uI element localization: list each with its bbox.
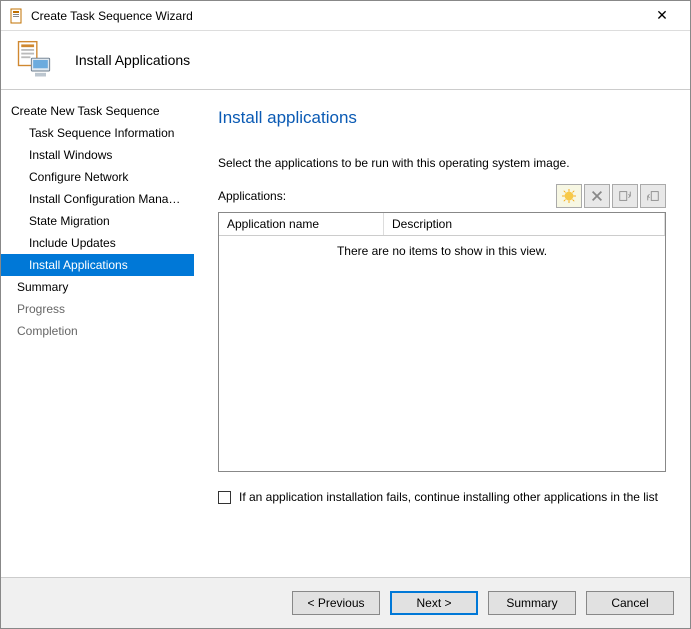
- sidebar-nav: Create New Task Sequence Task Sequence I…: [1, 90, 194, 577]
- continue-on-fail-row[interactable]: If an application installation fails, co…: [218, 490, 666, 504]
- wizard-header: Install Applications: [1, 31, 690, 89]
- wizard-window: Create Task Sequence Wizard ✕ Install Ap…: [0, 0, 691, 629]
- applications-label: Applications:: [218, 189, 286, 203]
- summary-button[interactable]: Summary: [488, 591, 576, 615]
- move-up-button[interactable]: [612, 184, 638, 208]
- instruction-text: Select the applications to be run with t…: [218, 156, 666, 170]
- sidebar-group-header: Create New Task Sequence: [1, 100, 194, 122]
- sidebar-item-progress[interactable]: Progress: [1, 298, 194, 320]
- sidebar-item-install-windows[interactable]: Install Windows: [1, 144, 194, 166]
- app-icon: [9, 8, 25, 24]
- task-sequence-icon: [13, 38, 57, 82]
- sidebar-item-summary[interactable]: Summary: [1, 276, 194, 298]
- applications-toolbar: [556, 184, 666, 208]
- sidebar-item-install-applications[interactable]: Install Applications: [1, 254, 194, 276]
- move-down-button[interactable]: [640, 184, 666, 208]
- close-button[interactable]: ✕: [642, 7, 682, 24]
- continue-on-fail-label: If an application installation fails, co…: [239, 490, 658, 504]
- sidebar-item-configure-network[interactable]: Configure Network: [1, 166, 194, 188]
- column-header-name[interactable]: Application name: [219, 213, 384, 235]
- sidebar-item-task-sequence-information[interactable]: Task Sequence Information: [1, 122, 194, 144]
- new-item-button[interactable]: [556, 184, 582, 208]
- sidebar-item-state-migration[interactable]: State Migration: [1, 210, 194, 232]
- column-header-description[interactable]: Description: [384, 213, 665, 235]
- content-pane: Install applications Select the applicat…: [194, 90, 690, 577]
- list-columns: Application name Description: [219, 213, 665, 236]
- continue-on-fail-checkbox[interactable]: [218, 491, 231, 504]
- next-button[interactable]: Next >: [390, 591, 478, 615]
- applications-list[interactable]: Application name Description There are n…: [218, 212, 666, 472]
- sidebar-item-completion[interactable]: Completion: [1, 320, 194, 342]
- cancel-button[interactable]: Cancel: [586, 591, 674, 615]
- wizard-body: Create New Task Sequence Task Sequence I…: [1, 89, 690, 578]
- page-title: Install Applications: [75, 52, 190, 68]
- list-empty-text: There are no items to show in this view.: [219, 236, 665, 471]
- previous-button[interactable]: < Previous: [292, 591, 380, 615]
- sidebar-item-include-updates[interactable]: Include Updates: [1, 232, 194, 254]
- delete-item-button[interactable]: [584, 184, 610, 208]
- wizard-footer: < Previous Next > Summary Cancel: [1, 578, 690, 628]
- titlebar: Create Task Sequence Wizard ✕: [1, 1, 690, 31]
- window-title: Create Task Sequence Wizard: [31, 9, 193, 23]
- content-heading: Install applications: [218, 108, 666, 128]
- sidebar-item-install-configuration-manager[interactable]: Install Configuration Manager: [1, 188, 194, 210]
